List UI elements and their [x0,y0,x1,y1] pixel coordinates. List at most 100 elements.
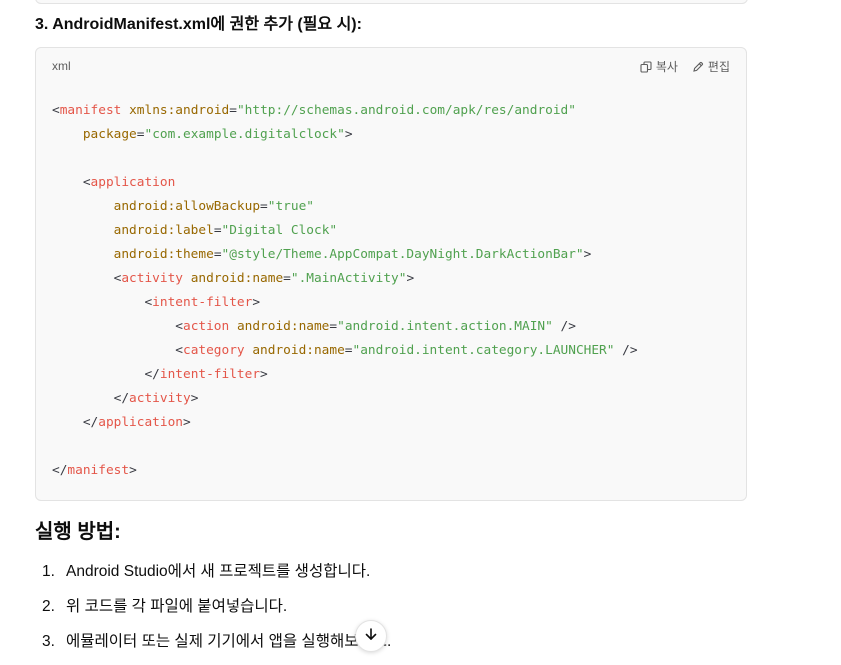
code-line: <category android:name="android.intent.c… [52,339,638,363]
code-block: xml 복사 편집 <manifest xmlns:android="http:… [35,47,747,501]
code-token: > [129,463,137,478]
code-token: manifest [59,103,122,118]
copy-button[interactable]: 복사 [640,58,678,75]
step-heading: 3. AndroidManifest.xml에 권한 추가 (필요 시): [35,16,362,33]
code-line: android:theme="@style/Theme.AppCompat.Da… [52,243,638,267]
code-line: </intent-filter> [52,363,638,387]
code-token: = [283,271,291,286]
code-token: "true" [267,199,314,214]
code-line: <application [52,171,638,195]
code-token: android:theme [113,247,214,262]
code-token: = [213,247,222,262]
code-line: <action android:name="android.intent.act… [52,315,638,339]
copy-button-label: 복사 [655,60,678,74]
list-text: Android Studio에서 새 프로젝트를 생성합니다. [66,563,371,580]
edit-button-label: 편집 [707,60,730,74]
code-token: intent-filter [152,295,253,310]
code-token: xmlns:android [129,103,230,118]
code-token: android:label [113,223,214,238]
code-token: > [252,295,261,310]
code-token: android:name [236,319,330,334]
arrow-down-icon [364,627,378,646]
code-token: > [190,391,199,406]
code-token: = [260,199,268,214]
code-token: = [329,319,338,334]
code-token: activity [121,271,183,286]
pencil-icon [692,61,704,73]
code-token: android:name [190,271,284,286]
code-line: android:allowBackup="true" [52,195,638,219]
steps-list: 1. Android Studio에서 새 프로젝트를 생성합니다. 2. 위 … [35,560,391,665]
list-item: 3. 에뮬레이터 또는 실제 기기에서 앱을 실행해보세요. [35,630,391,654]
code-content: <manifest xmlns:android="http://schemas.… [52,99,638,483]
code-line: <intent-filter> [52,291,638,315]
code-token: application [90,175,176,190]
list-item: 1. Android Studio에서 새 프로젝트를 생성합니다. [35,560,391,584]
code-token: </ [52,463,68,478]
code-token: "com.example.digitalclock" [144,127,345,142]
code-token: = [344,343,353,358]
code-token: "@style/Theme.AppCompat.DayNight.DarkAct… [221,247,584,262]
code-token: "android.intent.action.MAIN" [337,319,553,334]
code-token: < [52,175,91,190]
code-token: > [583,247,592,262]
code-token: ".MainActivity" [290,271,407,286]
section-heading: 실행 방법: [35,521,121,543]
code-token: android:name [252,343,345,358]
edit-button[interactable]: 편집 [692,58,730,75]
code-block-header: xml 복사 편집 [36,48,746,86]
list-number: 2. [42,598,55,615]
code-token: > [344,127,353,142]
code-token: activity [129,391,191,406]
code-token: > [406,271,415,286]
code-line: </application> [52,411,638,435]
code-token: /> [552,319,576,334]
copy-icon [640,60,652,73]
code-line: package="com.example.digitalclock"> [52,123,638,147]
code-language-label: xml [52,59,71,73]
code-token: action [182,319,230,334]
code-actions: 복사 편집 [640,58,730,75]
scroll-down-button[interactable] [355,620,387,652]
code-token: "android.intent.category.LAUNCHER" [352,343,615,358]
code-token: android:allowBackup [113,199,261,214]
code-token: > [260,367,268,382]
list-number: 1. [42,563,55,580]
code-token: </ [52,415,99,430]
code-token: < [52,295,153,310]
code-token: </ [52,367,160,382]
code-token: < [52,271,122,286]
code-line: android:label="Digital Clock" [52,219,638,243]
code-token: intent-filter [159,367,261,382]
code-token: > [182,415,191,430]
previous-code-block [35,0,748,4]
code-line: <manifest xmlns:android="http://schemas.… [52,99,638,123]
code-token: < [52,343,183,358]
code-token: < [52,103,60,118]
code-line: </activity> [52,387,638,411]
code-token: = [213,223,222,238]
list-number: 3. [42,633,55,650]
code-token: package [82,127,137,142]
code-token: = [229,103,237,118]
list-text: 위 코드를 각 파일에 붙여넣습니다. [66,598,288,615]
code-token: "Digital Clock" [221,223,338,238]
code-token: /> [614,343,638,358]
code-line: </manifest> [52,459,638,483]
code-token: < [52,319,183,334]
code-line: <activity android:name=".MainActivity"> [52,267,638,291]
list-item: 2. 위 코드를 각 파일에 붙여넣습니다. [35,595,391,619]
code-token: "http://schemas.android.com/apk/res/andr… [236,103,576,118]
code-token: manifest [67,463,130,478]
list-text: 에뮬레이터 또는 실제 기기에서 앱을 실행해보세요. [66,633,392,650]
code-token: </ [52,391,130,406]
